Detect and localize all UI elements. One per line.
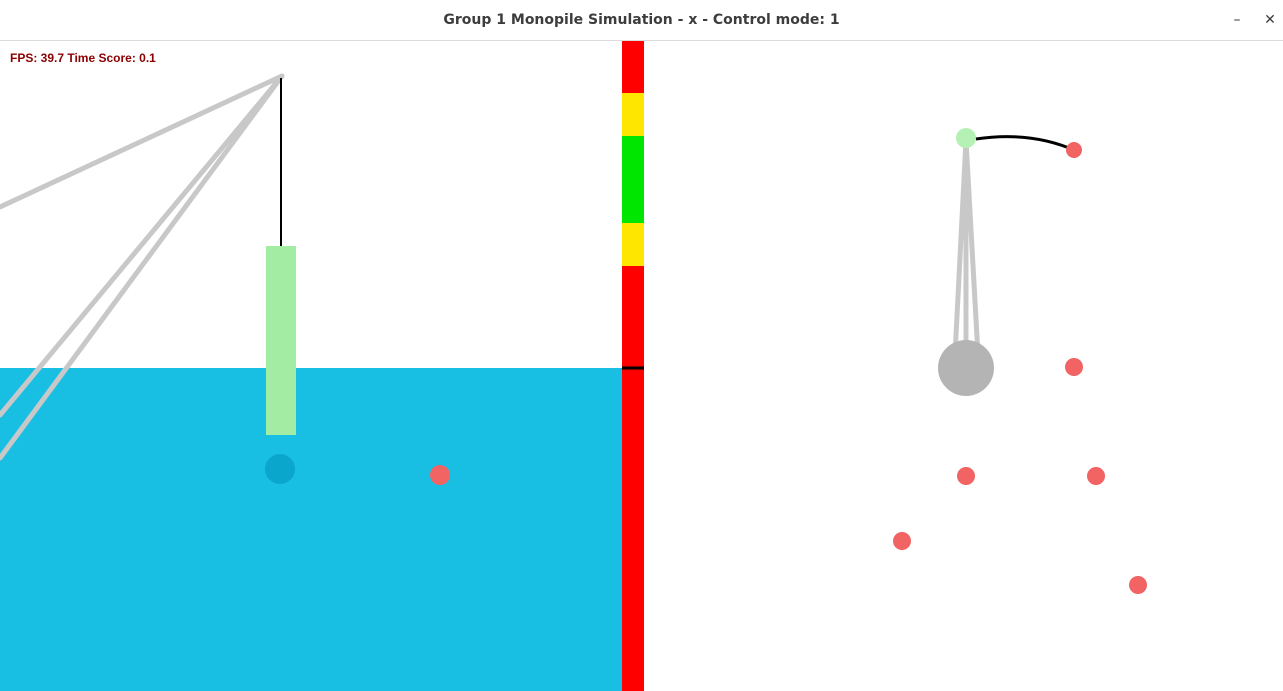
- gauge-segment-yellow: [622, 223, 644, 266]
- gauge-segment-red: [622, 266, 644, 691]
- target-point: [893, 532, 911, 550]
- monopile[interactable]: [266, 246, 296, 435]
- title-bar[interactable]: Group 1 Monopile Simulation - x - Contro…: [0, 0, 1283, 41]
- gauge-segment-yellow: [622, 93, 644, 136]
- side-view: [0, 41, 622, 691]
- close-button[interactable]: ✕: [1260, 10, 1280, 30]
- target-point: [1129, 576, 1147, 594]
- crane-hook: [956, 128, 976, 148]
- water-area: [0, 368, 622, 691]
- height-gauge: [622, 41, 644, 691]
- target-point: [1066, 142, 1082, 158]
- simulation-canvas[interactable]: [0, 41, 1283, 691]
- gauge-segment-green: [622, 136, 644, 223]
- window-title: Group 1 Monopile Simulation - x - Contro…: [443, 12, 840, 28]
- pile-tip-marker: [265, 454, 295, 484]
- target-point: [430, 465, 450, 485]
- target-point: [1065, 358, 1083, 376]
- simulation-window: Group 1 Monopile Simulation - x - Contro…: [0, 0, 1283, 691]
- fps-score-readout: FPS: 39.7 Time Score: 0.1: [10, 51, 156, 65]
- crane-base: [938, 340, 994, 396]
- top-view: [644, 41, 1283, 691]
- gauge-segment-red: [622, 41, 644, 93]
- minimize-button[interactable]: –: [1227, 10, 1247, 30]
- target-point: [957, 467, 975, 485]
- target-point: [1087, 467, 1105, 485]
